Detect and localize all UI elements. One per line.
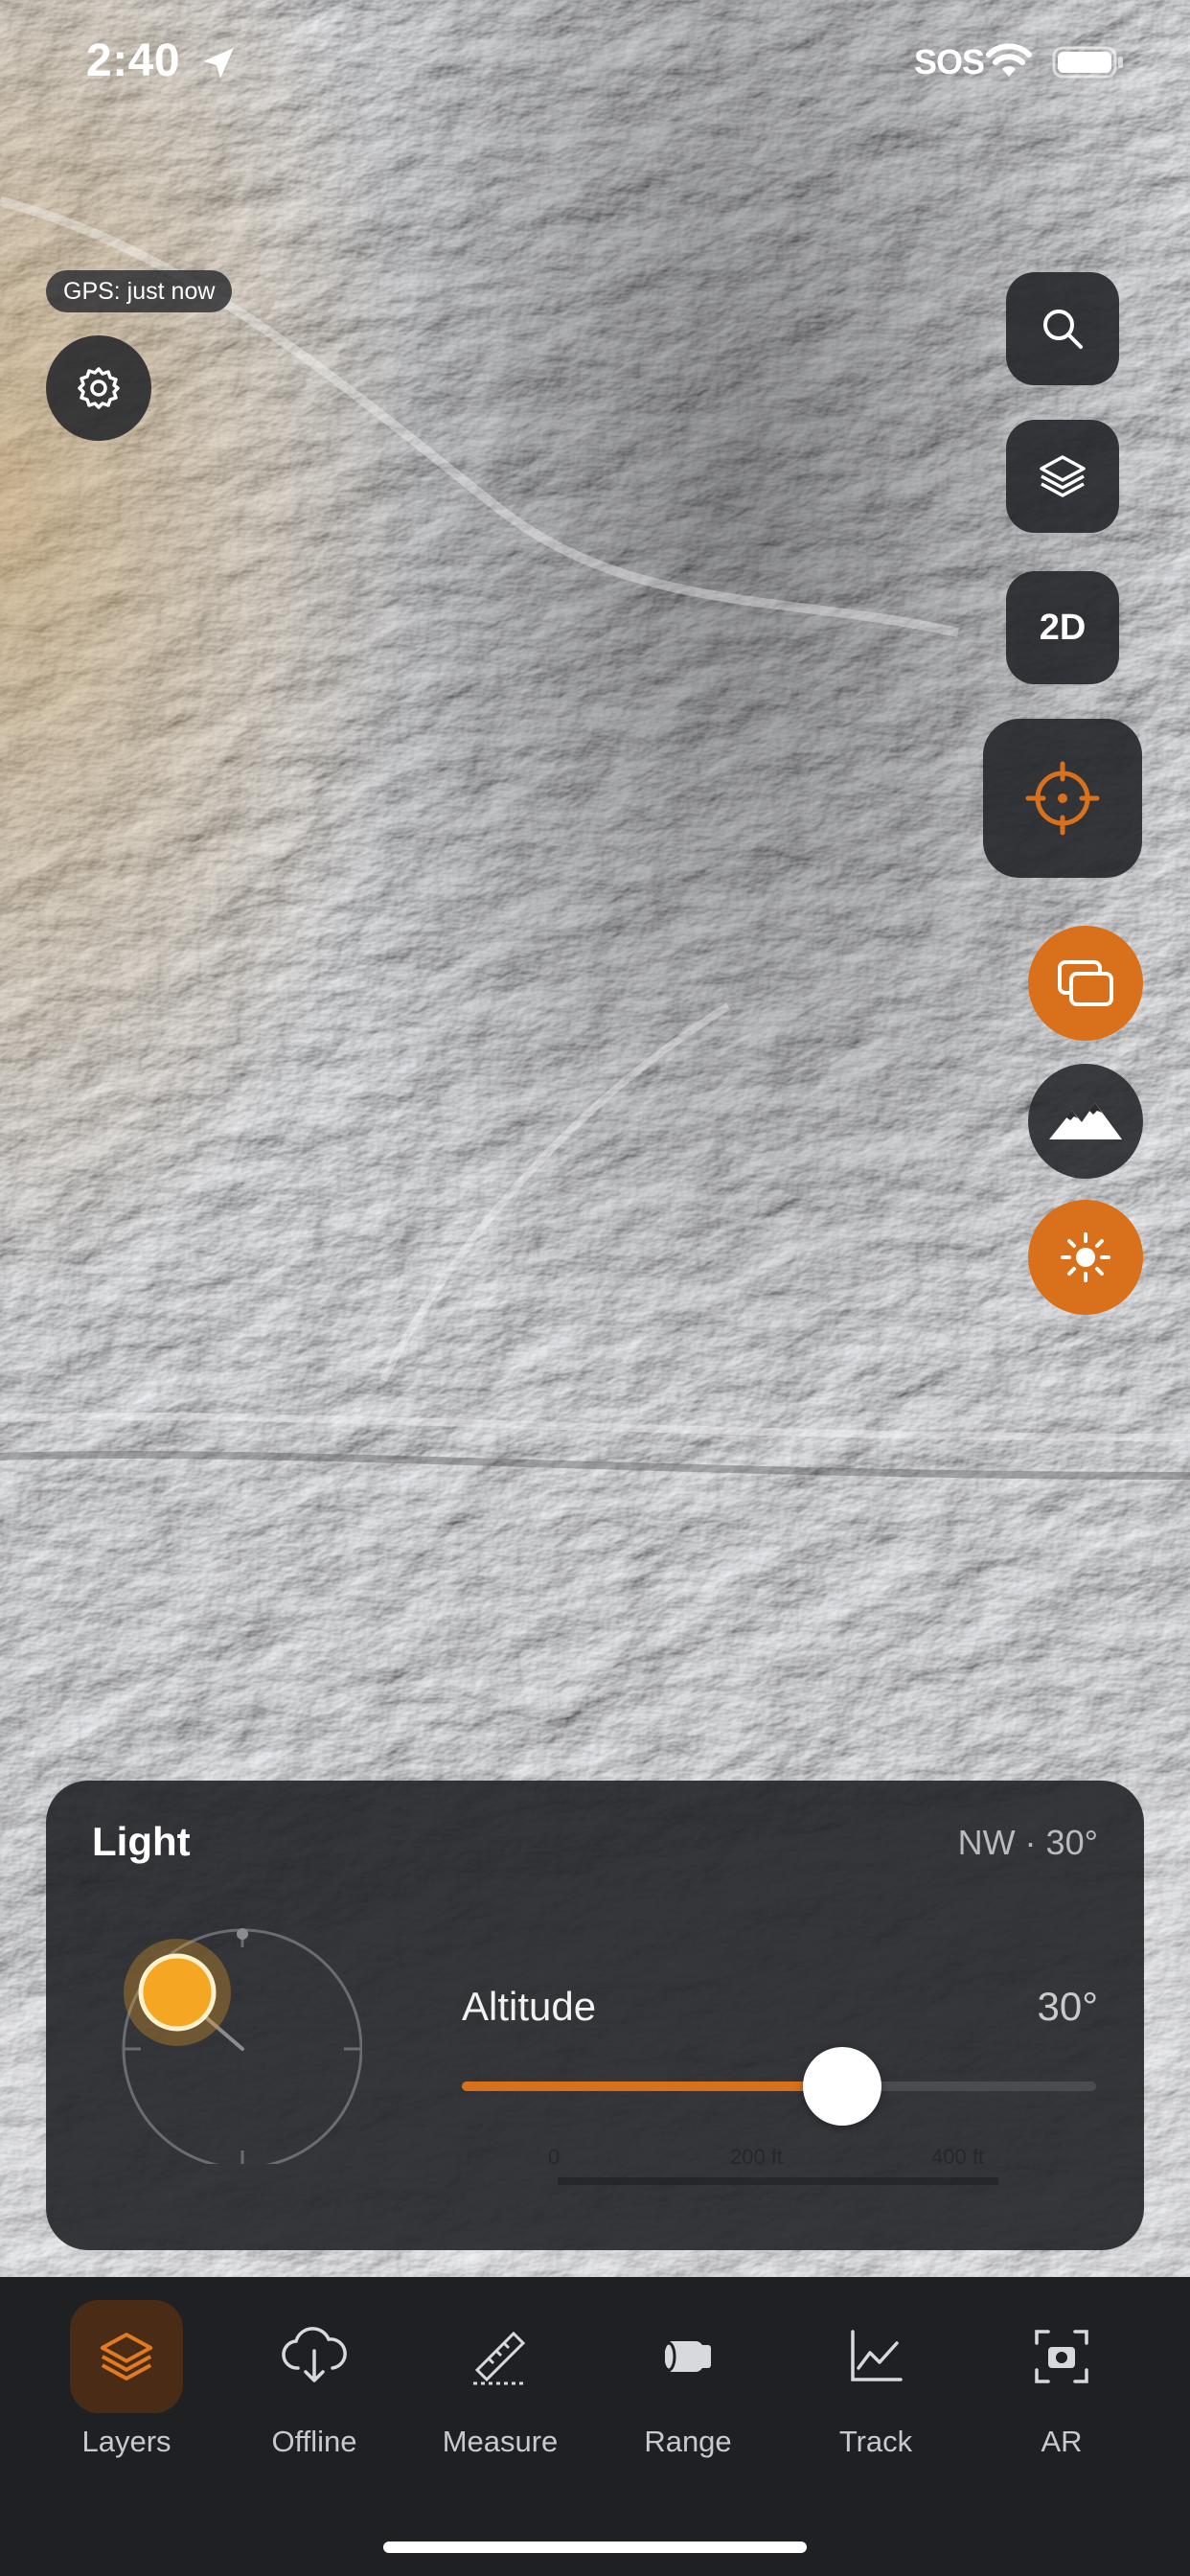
- tab-label: Layers: [81, 2425, 172, 2458]
- layers-icon: [1040, 455, 1086, 497]
- locate-button[interactable]: [983, 719, 1142, 878]
- settings-button[interactable]: [46, 335, 151, 441]
- mode-toggle-label: 2D: [1039, 607, 1087, 648]
- tab-range[interactable]: Range: [594, 2300, 782, 2463]
- light-panel: Light NW · 30° Altitude 30° 0 200 ft 400…: [46, 1781, 1144, 2250]
- home-indicator: [383, 2542, 807, 2553]
- terrain-button[interactable]: [1028, 1064, 1143, 1179]
- mode-toggle-button[interactable]: 2D: [1006, 571, 1119, 684]
- tab-track[interactable]: Track: [782, 2300, 970, 2463]
- status-time: 2:40: [86, 35, 181, 86]
- layers-button[interactable]: [1006, 420, 1119, 533]
- altitude-slider-knob[interactable]: [803, 2047, 882, 2126]
- sun-handle: [138, 1953, 217, 2032]
- sun-icon: [1061, 1232, 1110, 1282]
- ruler-icon: [473, 2331, 527, 2385]
- gps-status-badge: GPS: just now: [46, 270, 233, 312]
- altitude-slider-fill: [462, 2082, 843, 2091]
- tab-label: Range: [644, 2425, 732, 2458]
- rangefinder-icon: [661, 2341, 711, 2372]
- altitude-value: 30°: [1037, 1984, 1098, 2029]
- wifi-icon: [986, 43, 1032, 77]
- map-scale-bar: 0 200 ft 400 ft: [548, 2145, 1046, 2202]
- light-direction: NW · 30°: [957, 1823, 1098, 1862]
- overlay-icon: [1058, 960, 1113, 1006]
- altitude-label: Altitude: [462, 1984, 597, 2029]
- tab-ar[interactable]: AR: [968, 2300, 1156, 2463]
- tab-measure[interactable]: Measure: [406, 2300, 594, 2463]
- tab-layers[interactable]: Layers: [33, 2300, 220, 2463]
- tab-label: Measure: [442, 2425, 559, 2458]
- light-direction-dial[interactable]: [103, 1905, 362, 2164]
- cloud-download-icon: [282, 2327, 347, 2382]
- bottom-tab-bar: Layers Offline Measure Range Track AR: [0, 2277, 1190, 2576]
- search-icon: [1043, 310, 1083, 349]
- crosshair-icon: [1025, 761, 1100, 836]
- tab-label: Offline: [271, 2425, 357, 2458]
- light-button[interactable]: [1028, 1200, 1143, 1315]
- layers-icon: [100, 2333, 153, 2380]
- tab-label: Track: [838, 2425, 913, 2458]
- scale-label-200: 200 ft: [730, 2145, 784, 2169]
- tab-offline[interactable]: Offline: [220, 2300, 408, 2463]
- status-bar: 2:40 SOS: [0, 0, 1190, 125]
- search-button[interactable]: [1006, 272, 1119, 385]
- light-panel-title: Light: [92, 1819, 191, 1864]
- ar-camera-icon: [1035, 2330, 1088, 2383]
- tab-label: AR: [1041, 2425, 1083, 2458]
- chart-icon: [851, 2330, 903, 2381]
- settings-icon: [78, 367, 120, 409]
- scale-label-0: 0: [548, 2145, 561, 2169]
- scale-label-400: 400 ft: [931, 2145, 985, 2169]
- sos-indicator: SOS: [914, 42, 985, 81]
- location-arrow-icon: [203, 48, 234, 79]
- battery-icon: [1052, 46, 1123, 79]
- overlay-button[interactable]: [1028, 926, 1143, 1041]
- altitude-slider[interactable]: [462, 2047, 1096, 2126]
- terrain-icon: [1049, 1103, 1122, 1139]
